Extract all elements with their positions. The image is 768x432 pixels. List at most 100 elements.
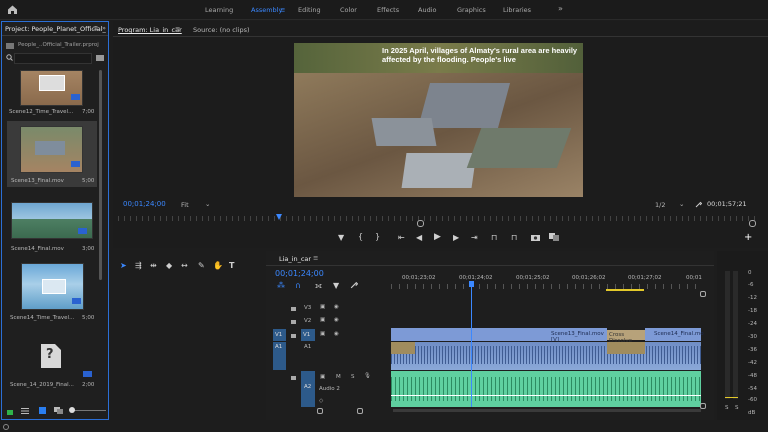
- eye-icon[interactable]: ◉: [334, 304, 339, 311]
- timeline-tab[interactable]: Lia_in_car: [279, 256, 311, 263]
- sync-lock-icon[interactable]: ▣: [320, 374, 325, 381]
- eye-icon[interactable]: ◉: [334, 331, 339, 338]
- solo-button[interactable]: S: [351, 374, 355, 381]
- search-icon[interactable]: [6, 54, 13, 61]
- workspace-editing[interactable]: Editing: [298, 6, 321, 14]
- resolution-select[interactable]: 1/2: [655, 202, 665, 209]
- more-workspaces-icon[interactable]: »: [558, 4, 563, 13]
- zoom-slider-handle[interactable]: [69, 407, 75, 413]
- icon-view-icon[interactable]: [39, 407, 46, 414]
- wrench-icon[interactable]: [695, 201, 702, 208]
- compare-icon[interactable]: [549, 233, 559, 241]
- clip-thumbnail[interactable]: [20, 70, 83, 106]
- chevron-down-icon[interactable]: ⌄: [205, 201, 210, 208]
- project-menu-icon[interactable]: ≡: [93, 25, 98, 32]
- video-clip-scene13[interactable]: Scene13_Final.mov [V]: [391, 328, 607, 342]
- list-view-icon[interactable]: [21, 408, 29, 414]
- eye-icon[interactable]: ◉: [334, 317, 339, 324]
- slip-tool-icon[interactable]: ↔: [181, 261, 188, 270]
- clip-name[interactable]: Scene_14_2019_Final...: [10, 382, 74, 389]
- lock-icon[interactable]: [291, 332, 296, 338]
- timeline-menu-icon[interactable]: ≡: [313, 255, 318, 262]
- microphone-icon[interactable]: 🎙: [364, 373, 371, 380]
- sync-lock-icon[interactable]: ▣: [320, 331, 325, 338]
- play-button[interactable]: ▶: [434, 232, 441, 242]
- add-button[interactable]: +: [744, 232, 752, 243]
- hand-tool-icon[interactable]: ✋: [213, 261, 223, 270]
- zoom-slider[interactable]: [70, 410, 106, 411]
- zoom-handle[interactable]: [317, 408, 323, 414]
- razor-icon[interactable]: ◆: [166, 261, 172, 270]
- ripple-edit-icon[interactable]: ⇹: [150, 261, 157, 270]
- source-tab[interactable]: Source: (no clips): [193, 27, 250, 34]
- lock-icon[interactable]: [291, 374, 296, 380]
- type-tool-icon[interactable]: T: [229, 261, 234, 270]
- marker-icon[interactable]: ▼: [333, 281, 339, 290]
- pen-tool-icon[interactable]: ✎: [198, 261, 205, 270]
- solo-right-button[interactable]: S: [735, 405, 739, 412]
- clip-name[interactable]: Scene14_Final.mov: [11, 246, 64, 253]
- search-input[interactable]: [14, 53, 92, 64]
- clip-name[interactable]: Scene13_Final.mov: [11, 178, 64, 185]
- sync-lock-icon[interactable]: ▣: [320, 317, 325, 324]
- go-to-in-button[interactable]: ⇤: [398, 233, 405, 242]
- zoom-handle[interactable]: [417, 220, 424, 227]
- scrub-bar[interactable]: [118, 216, 758, 221]
- timeline-scrollbar[interactable]: [393, 409, 701, 412]
- lock-icon[interactable]: [291, 305, 296, 311]
- snap-icon[interactable]: ∩: [295, 281, 301, 290]
- workspace-effects[interactable]: Effects: [377, 6, 399, 14]
- workspace-assembly[interactable]: Assembly: [251, 6, 282, 14]
- selection-tool-icon[interactable]: ➤: [120, 261, 127, 270]
- workspace-learning[interactable]: Learning: [205, 6, 233, 14]
- camera-icon[interactable]: [531, 234, 540, 241]
- sync-lock-icon[interactable]: ▣: [320, 304, 325, 311]
- workspace-color[interactable]: Color: [340, 6, 357, 14]
- zoom-handle[interactable]: [700, 403, 706, 409]
- unknown-file-icon[interactable]: ?: [41, 344, 61, 368]
- clip-thumbnail[interactable]: [20, 126, 83, 173]
- program-menu-icon[interactable]: ≡: [175, 26, 180, 33]
- track-select-icon[interactable]: ⇶: [135, 261, 142, 270]
- scrollbar[interactable]: [99, 70, 102, 280]
- lock-icon[interactable]: [7, 407, 13, 415]
- clip-thumbnail[interactable]: [11, 202, 93, 239]
- clip-name[interactable]: Scene12_Time_Travel...: [9, 109, 73, 116]
- transition-cross-dissolve[interactable]: Cross Dissolve: [607, 330, 645, 343]
- workspace-audio[interactable]: Audio: [418, 6, 436, 14]
- workspace-graphics[interactable]: Graphics: [457, 6, 486, 14]
- project-tab[interactable]: Project: People_Planet_Official_: [5, 26, 106, 33]
- audio-clip-a1[interactable]: [391, 342, 701, 370]
- chevron-down-icon[interactable]: ⌄: [679, 201, 684, 208]
- new-bin-icon[interactable]: [96, 55, 104, 61]
- program-tab[interactable]: Program: Lia_in_car: [118, 27, 182, 34]
- settings-wrench-icon[interactable]: [350, 281, 358, 289]
- zoom-handle[interactable]: [700, 291, 706, 297]
- fit-select[interactable]: Fit: [181, 202, 189, 209]
- go-to-out-button[interactable]: ⇥: [471, 233, 478, 242]
- mark-in-button[interactable]: {: [358, 232, 363, 241]
- program-timecode[interactable]: 00;01;24;00: [123, 201, 166, 208]
- step-forward-button[interactable]: ▶: [453, 233, 459, 242]
- mute-button[interactable]: M: [336, 374, 341, 381]
- freeform-view-icon[interactable]: [54, 407, 63, 414]
- solo-left-button[interactable]: S: [725, 405, 729, 412]
- project-more-icon[interactable]: »: [102, 25, 106, 32]
- timeline-timecode[interactable]: 00;01;24;00: [275, 269, 324, 278]
- mark-out-button[interactable]: }: [375, 232, 380, 241]
- video-clip-scene14[interactable]: Scene14_Final.mo: [645, 328, 704, 341]
- extract-button[interactable]: ⊓: [511, 233, 517, 242]
- lock-icon[interactable]: [291, 318, 296, 324]
- add-marker-button[interactable]: ▼: [338, 233, 344, 242]
- audio-clip-a2[interactable]: [391, 371, 701, 407]
- zoom-handle[interactable]: [749, 220, 756, 227]
- keyframe-icon[interactable]: ◇: [319, 398, 323, 405]
- workspace-menu-icon[interactable]: ≡: [280, 6, 285, 14]
- zoom-handle[interactable]: [357, 408, 363, 414]
- time-ruler[interactable]: [391, 284, 701, 289]
- workspace-libraries[interactable]: Libraries: [503, 6, 531, 14]
- lift-button[interactable]: ⊓: [491, 233, 497, 242]
- work-area-bar[interactable]: [606, 289, 644, 291]
- step-back-button[interactable]: ◀: [416, 233, 422, 242]
- nest-icon[interactable]: ⁂: [277, 281, 285, 290]
